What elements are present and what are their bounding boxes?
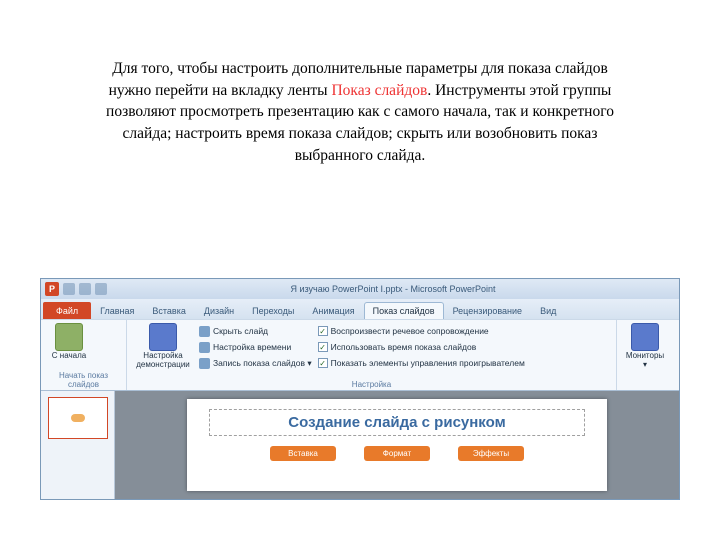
- checkbox-icon: ✓: [318, 342, 328, 352]
- tab-animation[interactable]: Анимация: [303, 302, 363, 319]
- thumbnail-pane: 1: [41, 391, 115, 499]
- presentation-icon: [55, 323, 83, 351]
- ribbon-tabstrip: Файл Главная Вставка Дизайн Переходы Ани…: [41, 299, 679, 319]
- monitor-icon: [631, 323, 659, 351]
- use-timings-label: Использовать время показа слайдов: [331, 342, 477, 352]
- slide-button-row: Вставка Формат Эффекты: [187, 446, 607, 461]
- quick-access-toolbar: P Я изучаю PowerPoint I.pptx - Microsoft…: [41, 279, 679, 299]
- hide-slide-button[interactable]: Скрыть слайд: [199, 323, 312, 339]
- hide-slide-label: Скрыть слайд: [213, 326, 268, 336]
- group-start-slideshow: С начала Начать показ слайдов: [41, 320, 127, 390]
- undo-icon[interactable]: [79, 283, 91, 295]
- group-setup: Настройка демонстрации Скрыть слайд Наст…: [127, 320, 617, 390]
- editing-slide[interactable]: Создание слайда с рисунком Вставка Форма…: [187, 399, 607, 491]
- play-narration-label: Воспроизвести речевое сопровождение: [331, 326, 489, 336]
- record-label: Запись показа слайдов ▾: [213, 358, 312, 369]
- explanatory-paragraph: Для того, чтобы настроить дополнительные…: [0, 0, 720, 166]
- window-title: Я изучаю PowerPoint I.pptx - Microsoft P…: [111, 284, 675, 294]
- show-controls-label: Показать элементы управления проигрывате…: [331, 358, 525, 368]
- tab-view[interactable]: Вид: [531, 302, 565, 319]
- setup-small-col: Скрыть слайд Настройка времени Запись по…: [199, 323, 312, 371]
- group-monitors: Мониторы ▾: [617, 320, 679, 390]
- tab-review[interactable]: Рецензирование: [444, 302, 532, 319]
- group-setup-label: Настройка: [133, 379, 610, 389]
- record-icon: [199, 358, 210, 369]
- slide-btn-3: Эффекты: [458, 446, 524, 461]
- checkbox-icon: ✓: [318, 326, 328, 336]
- slide-title: Создание слайда с рисунком: [209, 409, 585, 436]
- rehearse-label: Настройка времени: [213, 342, 291, 352]
- monitors-label: Мониторы ▾: [623, 352, 667, 370]
- use-timings-checkbox[interactable]: ✓ Использовать время показа слайдов: [318, 339, 525, 355]
- slide-stage: Создание слайда с рисунком Вставка Форма…: [115, 391, 679, 499]
- setup-slideshow-button[interactable]: Настройка демонстрации: [133, 323, 193, 370]
- powerpoint-window: P Я изучаю PowerPoint I.pptx - Microsoft…: [40, 278, 680, 500]
- group-monitors-label: [623, 379, 673, 389]
- ribbon: С начала Начать показ слайдов Настройка …: [41, 319, 679, 391]
- tab-file[interactable]: Файл: [43, 302, 91, 319]
- record-slideshow-button[interactable]: Запись показа слайдов ▾: [199, 355, 312, 371]
- monitors-button[interactable]: Мониторы ▾: [623, 323, 667, 370]
- tab-slideshow[interactable]: Показ слайдов: [364, 302, 444, 319]
- tab-design[interactable]: Дизайн: [195, 302, 243, 319]
- group-start-label: Начать показ слайдов: [47, 370, 120, 389]
- save-icon[interactable]: [63, 283, 75, 295]
- checkbox-icon: ✓: [318, 358, 328, 368]
- setup-slideshow-label: Настройка демонстрации: [133, 352, 193, 370]
- powerpoint-logo-icon: P: [45, 282, 59, 296]
- thumb-graphic-icon: [71, 414, 85, 422]
- tab-insert[interactable]: Вставка: [143, 302, 194, 319]
- slide-btn-2: Формат: [364, 446, 430, 461]
- tab-home[interactable]: Главная: [91, 302, 143, 319]
- slide-thumbnail[interactable]: [48, 397, 108, 439]
- hide-slide-icon: [199, 326, 210, 337]
- setup-checkbox-col: ✓ Воспроизвести речевое сопровождение ✓ …: [318, 323, 525, 371]
- paragraph-accent: Показ слайдов: [331, 82, 427, 99]
- work-area: 1 Создание слайда с рисунком Вставка Фор…: [41, 391, 679, 499]
- from-beginning-label: С начала: [52, 352, 86, 361]
- clock-icon: [199, 342, 210, 353]
- tab-transitions[interactable]: Переходы: [243, 302, 303, 319]
- from-beginning-button[interactable]: С начала: [47, 323, 91, 361]
- rehearse-timings-button[interactable]: Настройка времени: [199, 339, 312, 355]
- slide-btn-1: Вставка: [270, 446, 336, 461]
- setup-icon: [149, 323, 177, 351]
- play-narration-checkbox[interactable]: ✓ Воспроизвести речевое сопровождение: [318, 323, 525, 339]
- redo-icon[interactable]: [95, 283, 107, 295]
- show-controls-checkbox[interactable]: ✓ Показать элементы управления проигрыва…: [318, 355, 525, 371]
